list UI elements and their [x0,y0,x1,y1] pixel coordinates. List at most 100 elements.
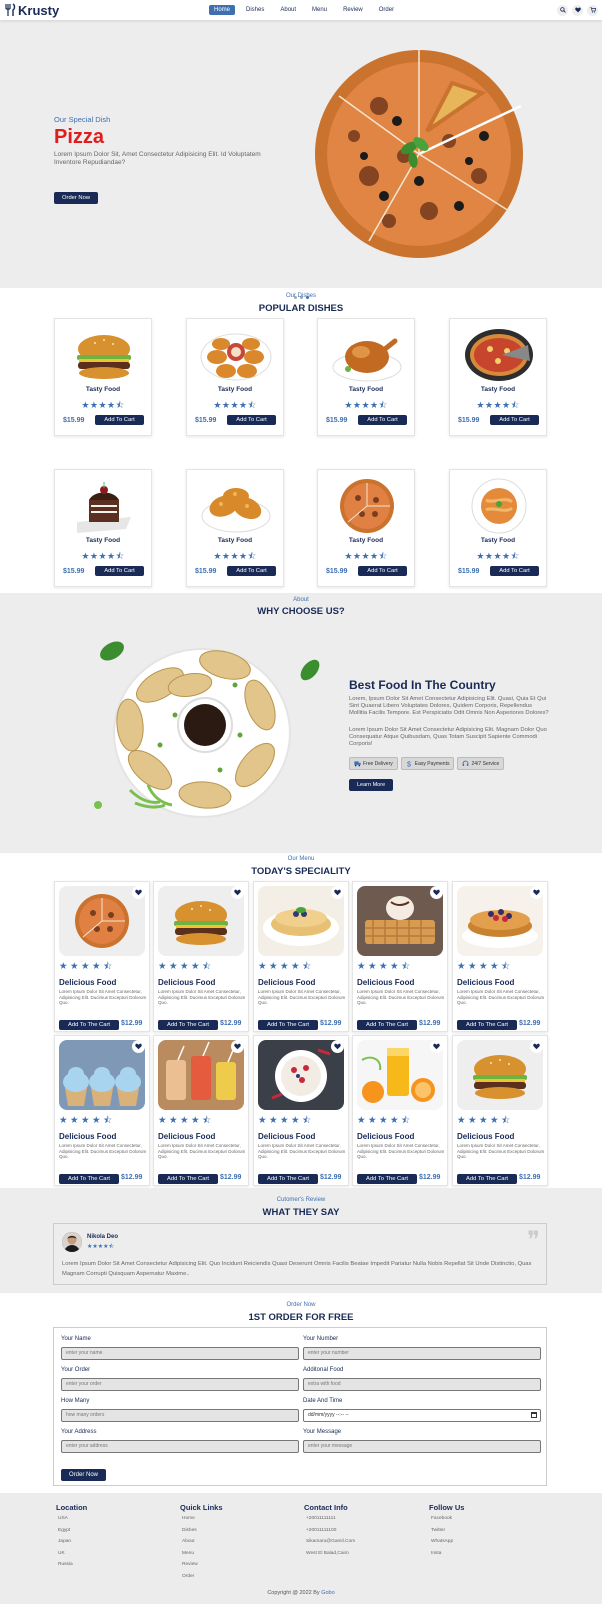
nav-about[interactable]: About [275,5,301,15]
speciality-rating-stars: ★★★★⯪ [258,961,314,972]
nav-dishes[interactable]: Dishes [241,5,269,15]
logo[interactable]: Krusty [4,3,209,18]
footer-link[interactable]: Russia [56,1562,87,1574]
heart-icon[interactable] [430,886,443,899]
speciality-image [357,1040,443,1110]
add-to-cart-button[interactable]: Add To Cart [358,415,407,425]
footer-link[interactable]: Insta [429,1551,464,1563]
heart-icon[interactable] [231,886,244,899]
nav-home[interactable]: Home [209,5,236,15]
footer-link[interactable]: Dishes [180,1528,223,1540]
add-to-the-cart-button[interactable]: Add To The Cart [158,1174,218,1184]
footer-link[interactable]: West El Balad,Cairo [304,1551,355,1563]
footer-link[interactable]: Order [180,1574,223,1586]
nav-menu[interactable]: Menu [307,5,332,15]
dish-image [465,329,533,381]
add-to-cart-button[interactable]: Add To Cart [227,415,276,425]
footer-contact: Contact Info +20011111111 +20011111100 S… [304,1503,355,1562]
footer-link[interactable]: Review [180,1562,223,1574]
hero-order-button[interactable]: Order Now [54,192,99,204]
add-to-the-cart-button[interactable]: Add To The Cart [457,1020,517,1030]
dish-card: Tasty Food ★★★★⯪ $15.99 Add To Cart [449,469,547,587]
add-to-cart-button[interactable]: Add To Cart [490,566,539,576]
add-to-the-cart-button[interactable]: Add To The Cart [258,1020,318,1030]
speciality-rating-stars: ★★★★⯪ [258,1115,314,1126]
dish-rating-stars: ★★★★⯪ [476,400,520,410]
footer-heading: Follow Us [429,1503,465,1512]
search-icon[interactable] [557,4,568,16]
heart-icon[interactable] [530,886,543,899]
footer-link[interactable]: Menu [180,1551,223,1563]
footer-link[interactable]: Sikamaru@Gamil.Com [304,1539,355,1551]
speciality-price: $12.99 [220,1020,242,1027]
address-field[interactable]: enter your address [61,1440,299,1453]
footer-link[interactable]: About [180,1539,223,1551]
avatar [62,1232,82,1252]
add-to-cart-button[interactable]: Add To Cart [95,566,144,576]
footer-link[interactable]: Egypt [56,1528,87,1540]
nav-review[interactable]: Review [338,5,368,15]
add-to-the-cart-button[interactable]: Add To The Cart [158,1020,218,1030]
order-submit-button[interactable]: Order Now [61,1469,107,1481]
heart-icon[interactable] [530,1040,543,1053]
dish-rating-stars: ★★★★⯪ [81,551,125,561]
name-field[interactable]: enter your name [61,1347,299,1360]
speciality-name: Delicious Food [457,978,515,987]
add-to-cart-button[interactable]: Add To Cart [490,415,539,425]
field-label: Your Address [61,1429,97,1435]
heart-icon[interactable] [572,4,583,16]
speciality-rating-stars: ★★★★⯪ [357,1115,413,1126]
speciality-price: $12.99 [320,1020,342,1027]
additional-food-field[interactable]: extra with food [303,1378,541,1391]
footer-location: Location USA Egypt Japan UK Russia [56,1503,87,1574]
heart-icon[interactable] [430,1040,443,1053]
footer-link[interactable]: Twitter [429,1528,464,1540]
footer-link[interactable]: WhatsApp [429,1539,464,1551]
heart-icon[interactable] [231,1040,244,1053]
add-to-cart-button[interactable]: Add To Cart [95,415,144,425]
speciality-rating-stars: ★★★★⯪ [457,961,513,972]
nav-order[interactable]: Order [374,5,399,15]
review-text: Lorem Ipsum Dolor Sit Amet Consectetur A… [62,1261,532,1277]
footer-link[interactable]: Japan [56,1539,87,1551]
learn-more-button[interactable]: Learn More [349,779,394,791]
footer-link[interactable]: +20011111111 [304,1516,355,1528]
heart-icon[interactable] [132,886,145,899]
add-to-the-cart-button[interactable]: Add To The Cart [457,1174,517,1184]
footer-heading: Location [56,1503,88,1512]
add-to-the-cart-button[interactable]: Add To The Cart [357,1174,417,1184]
order-form: Your Name enter your name Your Number enter… [53,1327,547,1486]
speciality-image [457,1040,543,1110]
dish-rating-stars: ★★★★⯪ [213,551,257,561]
speciality-price: $12.99 [320,1174,342,1181]
footer-link[interactable]: USA [56,1516,87,1528]
add-to-the-cart-button[interactable]: Add To The Cart [357,1020,417,1030]
heart-icon[interactable] [331,1040,344,1053]
footer-link[interactable]: +20011111100 [304,1528,355,1540]
dish-price: $15.99 [63,568,85,575]
speciality-description: Lorem Ipsum Dolor Sit Amet Consectetur, … [357,989,445,1005]
heart-icon[interactable] [132,1040,145,1053]
hero-subtitle: Our Special Dish [54,115,111,124]
cart-icon[interactable] [587,4,598,16]
footer-link[interactable]: Facebook [429,1516,464,1528]
add-to-the-cart-button[interactable]: Add To The Cart [59,1174,119,1184]
footer-link[interactable]: UK [56,1551,87,1563]
speciality-description: Lorem Ipsum Dolor Sit Amet Consectetur, … [258,1143,346,1159]
quantity-field[interactable]: how many orders [61,1409,299,1422]
number-field[interactable]: enter your number [303,1347,541,1360]
order-field[interactable]: enter your order [61,1378,299,1391]
footer-link[interactable]: Home [180,1516,223,1528]
calendar-icon[interactable] [531,1412,537,1418]
speciality-name: Delicious Food [158,1132,216,1141]
add-to-cart-button[interactable]: Add To Cart [227,566,276,576]
datetime-field[interactable]: dd/mm/yyyy --:-- -- [303,1409,541,1422]
add-to-the-cart-button[interactable]: Add To The Cart [59,1020,119,1030]
dish-name: Tasty Food [217,386,253,393]
copyright-author[interactable]: Gobo [321,1590,334,1596]
message-field[interactable]: enter your message [303,1440,541,1453]
heart-icon[interactable] [331,886,344,899]
add-to-cart-button[interactable]: Add To Cart [358,566,407,576]
add-to-the-cart-button[interactable]: Add To The Cart [258,1174,318,1184]
speciality-card: ★★★★⯪ Delicious Food Lorem Ipsum Dolor Sit… [54,1035,150,1186]
